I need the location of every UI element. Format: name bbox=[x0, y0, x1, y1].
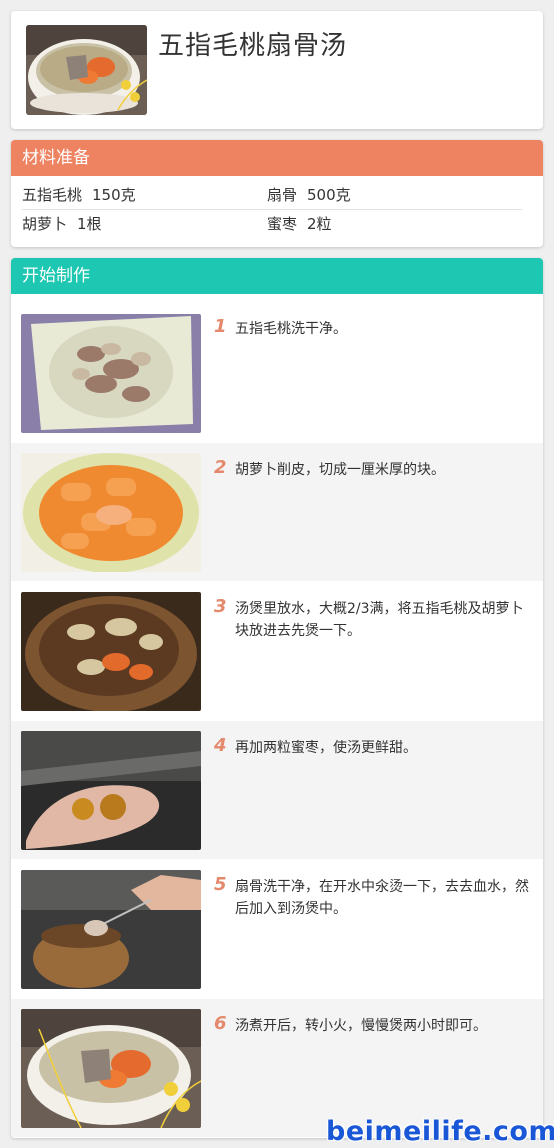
ingredient-name: 扇骨 bbox=[267, 186, 298, 204]
ingredient-row: 五指毛桃 150克 扇骨 500克 bbox=[22, 181, 522, 210]
ingredient-item: 胡萝卜 1根 bbox=[22, 210, 102, 238]
step-number: 4 bbox=[214, 735, 227, 756]
ingredients-card: 材料准备 五指毛桃 150克 扇骨 500克 胡萝卜 1根 蜜枣 2粒 bbox=[11, 140, 543, 247]
step-text: 汤煲里放水，大概2/3满，将五指毛桃及胡萝卜块放进去先煲一下。 bbox=[235, 601, 524, 639]
step-number: 1 bbox=[214, 316, 227, 337]
step-number: 3 bbox=[214, 596, 227, 617]
ingredient-item: 蜜枣 2粒 bbox=[267, 210, 332, 238]
ingredient-row: 胡萝卜 1根 蜜枣 2粒 bbox=[22, 210, 522, 238]
step-text: 汤煮开后，转小火，慢慢煲两小时即可。 bbox=[235, 1018, 487, 1034]
ingredient-item: 五指毛桃 150克 bbox=[22, 181, 136, 209]
step-item: 4 再加两粒蜜枣，使汤更鲜甜。 bbox=[11, 721, 543, 859]
step-image[interactable] bbox=[21, 592, 201, 711]
ingredients-header: 材料准备 bbox=[11, 140, 543, 176]
step-image[interactable] bbox=[21, 1009, 201, 1128]
step-item: 3 汤煲里放水，大概2/3满，将五指毛桃及胡萝卜块放进去先煲一下。 bbox=[11, 582, 543, 720]
steps-card: 开始制作 1 五指毛桃洗干净。 2 胡萝卜削皮，切成一厘米厚的块。 3 汤煲里放… bbox=[11, 258, 543, 1138]
step-item: 2 胡萝卜削皮，切成一厘米厚的块。 bbox=[11, 443, 543, 581]
step-text: 胡萝卜削皮，切成一厘米厚的块。 bbox=[235, 462, 445, 478]
step-text: 扇骨洗干净，在开水中氽烫一下，去去血水，然后加入到汤煲中。 bbox=[235, 879, 529, 917]
ingredient-amount: 150克 bbox=[92, 186, 136, 204]
step-image[interactable] bbox=[21, 453, 201, 572]
ingredient-item: 扇骨 500克 bbox=[267, 181, 351, 209]
step-number: 5 bbox=[214, 874, 227, 895]
step-image[interactable] bbox=[21, 731, 201, 850]
ingredient-amount: 1根 bbox=[77, 215, 102, 233]
step-number: 6 bbox=[214, 1013, 227, 1034]
step-text: 再加两粒蜜枣，使汤更鲜甜。 bbox=[235, 740, 417, 756]
steps-header: 开始制作 bbox=[11, 258, 543, 294]
ingredient-name: 胡萝卜 bbox=[22, 215, 68, 233]
site-watermark: beimeilife.com bbox=[326, 1116, 554, 1147]
recipe-cover-image bbox=[26, 25, 147, 115]
step-item: 5 扇骨洗干净，在开水中氽烫一下，去去血水，然后加入到汤煲中。 bbox=[11, 860, 543, 998]
step-text: 五指毛桃洗干净。 bbox=[235, 321, 347, 337]
recipe-title: 五指毛桃扇骨汤 bbox=[158, 31, 348, 61]
step-image[interactable] bbox=[21, 314, 201, 433]
ingredient-name: 五指毛桃 bbox=[22, 186, 83, 204]
step-image[interactable] bbox=[21, 870, 201, 989]
step-number: 2 bbox=[214, 457, 227, 478]
ingredient-amount: 2粒 bbox=[307, 215, 332, 233]
ingredient-name: 蜜枣 bbox=[267, 215, 298, 233]
ingredient-amount: 500克 bbox=[307, 186, 351, 204]
step-item: 1 五指毛桃洗干净。 bbox=[11, 298, 543, 436]
recipe-header-card: 五指毛桃扇骨汤 bbox=[11, 11, 543, 129]
